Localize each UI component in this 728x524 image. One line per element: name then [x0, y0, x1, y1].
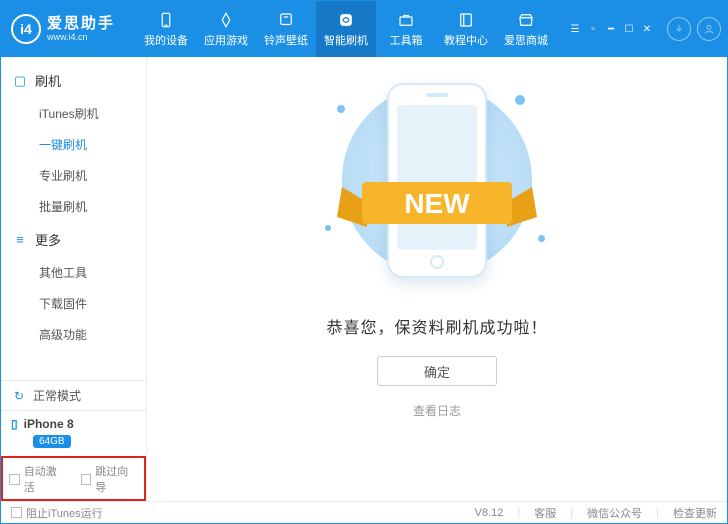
nav-label: 应用游戏 — [204, 32, 248, 48]
success-message: 恭喜您，保资料刷机成功啦！ — [326, 314, 547, 338]
device-mode-status[interactable]: ↻ 正常模式 — [1, 380, 146, 410]
nav-label: 爱思商城 — [504, 32, 548, 48]
sidebar-item-advanced[interactable]: 高级功能 — [1, 319, 146, 350]
checkbox-label: 阻止iTunes运行 — [26, 505, 103, 521]
app-header: i4 爱思助手 www.i4.cn 我的设备 应用游戏 铃声壁纸 智能刷机 工具… — [1, 1, 727, 57]
status-bar: 阻止iTunes运行 V8.12 | 客服 | 微信公众号 | 检查更新 — [1, 501, 727, 523]
success-illustration: NEW — [307, 75, 567, 290]
apps-icon — [217, 11, 235, 29]
device-name: iPhone 8 — [24, 417, 74, 431]
check-update-link[interactable]: 检查更新 — [673, 505, 717, 521]
phone-outline-icon: ▢ — [13, 73, 27, 89]
nav-my-device[interactable]: 我的设备 — [136, 1, 196, 57]
top-nav: 我的设备 应用游戏 铃声壁纸 智能刷机 工具箱 教程中心 爱思商城 — [136, 1, 556, 57]
window-decor-icon[interactable]: ☰ — [567, 22, 583, 36]
sidebar-group-flash[interactable]: ▢ 刷机 — [1, 63, 146, 98]
book-icon — [457, 11, 475, 29]
logo-badge-icon: i4 — [11, 14, 41, 44]
support-link[interactable]: 客服 — [534, 505, 556, 521]
new-ribbon-icon: NEW — [332, 167, 542, 247]
nav-toolbox[interactable]: 工具箱 — [376, 1, 436, 57]
download-button[interactable] — [667, 17, 691, 41]
music-icon — [277, 11, 295, 29]
sync-icon: ↻ — [11, 388, 27, 404]
nav-flash[interactable]: 智能刷机 — [316, 1, 376, 57]
nav-label: 铃声壁纸 — [264, 32, 308, 48]
sidebar-item-pro-flash[interactable]: 专业刷机 — [1, 160, 146, 191]
device-info[interactable]: ▯ iPhone 8 64GB — [1, 410, 146, 456]
app-logo: i4 爱思助手 www.i4.cn — [11, 14, 136, 44]
main-content: NEW 恭喜您，保资料刷机成功啦！ 确定 查看日志 — [147, 57, 727, 501]
sidebar-item-download-firmware[interactable]: 下载固件 — [1, 288, 146, 319]
header-right: ☰ ▫ ━ ☐ ✕ — [567, 17, 721, 41]
app-name: 爱思助手 — [47, 16, 115, 33]
device-mode-label: 正常模式 — [33, 387, 81, 404]
phone-icon — [157, 11, 175, 29]
nav-ringtones[interactable]: 铃声壁纸 — [256, 1, 316, 57]
window-maximize-icon[interactable]: ☐ — [621, 22, 637, 36]
list-icon: ≡ — [13, 232, 27, 247]
sidebar-item-other-tools[interactable]: 其他工具 — [1, 257, 146, 288]
sidebar-options: 自动激活 跳过向导 — [1, 456, 146, 501]
sidebar-group-more[interactable]: ≡ 更多 — [1, 222, 146, 257]
window-minimize-icon[interactable]: ━ — [603, 22, 619, 36]
flash-icon — [337, 11, 355, 29]
block-itunes-checkbox[interactable]: 阻止iTunes运行 — [11, 505, 103, 521]
nav-label: 我的设备 — [144, 32, 188, 48]
view-log-link[interactable]: 查看日志 — [413, 402, 461, 419]
ribbon-text: NEW — [404, 188, 470, 219]
auto-activate-checkbox[interactable]: 自动激活 — [9, 463, 67, 495]
version-label: V8.12 — [475, 507, 504, 519]
sidebar-group-title: 更多 — [35, 230, 61, 249]
checkbox-label: 自动激活 — [24, 463, 67, 495]
storage-badge: 64GB — [33, 435, 71, 448]
sidebar-group-title: 刷机 — [35, 71, 61, 90]
nav-label: 工具箱 — [390, 32, 423, 48]
nav-label: 教程中心 — [444, 32, 488, 48]
sidebar: ▢ 刷机 iTunes刷机 一键刷机 专业刷机 批量刷机 ≡ 更多 其他工具 下… — [1, 57, 147, 501]
window-close-icon[interactable]: ✕ — [639, 22, 655, 36]
store-icon — [517, 11, 535, 29]
app-url: www.i4.cn — [47, 32, 115, 42]
ok-button[interactable]: 确定 — [377, 356, 497, 386]
phone-small-icon: ▯ — [11, 417, 18, 431]
skip-guide-checkbox[interactable]: 跳过向导 — [81, 463, 139, 495]
nav-tutorials[interactable]: 教程中心 — [436, 1, 496, 57]
checkbox-label: 跳过向导 — [95, 463, 138, 495]
sidebar-item-batch-flash[interactable]: 批量刷机 — [1, 191, 146, 222]
nav-store[interactable]: 爱思商城 — [496, 1, 556, 57]
toolbox-icon — [397, 11, 415, 29]
window-pin-icon[interactable]: ▫ — [585, 22, 601, 36]
user-button[interactable] — [697, 17, 721, 41]
nav-label: 智能刷机 — [324, 32, 368, 48]
sidebar-item-one-click-flash[interactable]: 一键刷机 — [1, 129, 146, 160]
nav-apps[interactable]: 应用游戏 — [196, 1, 256, 57]
sidebar-item-itunes-flash[interactable]: iTunes刷机 — [1, 98, 146, 129]
wechat-link[interactable]: 微信公众号 — [587, 505, 642, 521]
